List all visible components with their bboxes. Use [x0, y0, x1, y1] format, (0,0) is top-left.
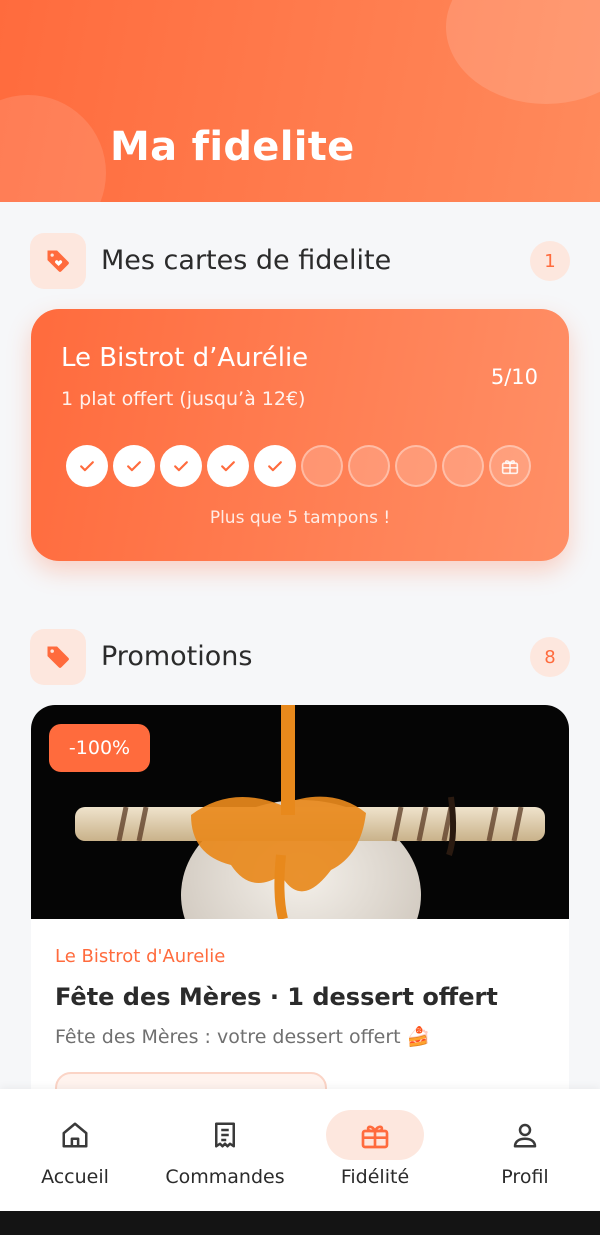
- promotion-description: Fête des Mères : votre dessert offert 🍰: [55, 1026, 431, 1048]
- nav-item-fidelite[interactable]: Fidélité: [300, 1089, 450, 1211]
- page-title: Ma fidelite: [110, 124, 355, 170]
- system-navigation-bar: [0, 1211, 600, 1235]
- nav-label: Commandes: [165, 1166, 285, 1188]
- section-title: Promotions: [101, 641, 253, 672]
- heart-tag-icon: [30, 233, 86, 289]
- header: Ma fidelite: [0, 0, 600, 202]
- stamp-filled-check-icon: [254, 445, 296, 487]
- loyalty-card-reward: 1 plat offert (jusqu’à 12€): [61, 388, 306, 410]
- loyalty-section-header: Mes cartes de fidelite 1: [30, 233, 570, 289]
- nav-item-profil[interactable]: Profil: [450, 1089, 600, 1211]
- home-icon: [26, 1110, 124, 1160]
- receipt-icon: [176, 1110, 274, 1160]
- stamp-empty: [301, 445, 343, 487]
- nav-label: Profil: [501, 1166, 549, 1188]
- stamp-empty: [348, 445, 390, 487]
- promotion-title: Fête des Mères · 1 dessert offert: [55, 983, 498, 1011]
- loyalty-card-progress: 5/10: [490, 365, 538, 389]
- stamp-row: [66, 445, 531, 487]
- tag-icon: [30, 629, 86, 685]
- stamp-filled-check-icon: [160, 445, 202, 487]
- stamp-empty: [395, 445, 437, 487]
- promotion-card[interactable]: -100% Le Bistrot d'Aurelie Fête des Mère…: [31, 705, 569, 1125]
- stamp-filled-check-icon: [207, 445, 249, 487]
- section-title: Mes cartes de fidelite: [101, 245, 392, 276]
- loyalty-card-restaurant: Le Bistrot d’Aurélie: [61, 343, 309, 373]
- nav-item-accueil[interactable]: Accueil: [0, 1089, 150, 1211]
- promotion-restaurant: Le Bistrot d'Aurelie: [55, 946, 226, 967]
- gift-icon: [326, 1110, 424, 1160]
- loyalty-card-remaining: Plus que 5 tampons !: [209, 508, 391, 528]
- header-decor-circle: [0, 95, 106, 202]
- stamp-empty: [442, 445, 484, 487]
- nav-item-commandes[interactable]: Commandes: [150, 1089, 300, 1211]
- nav-label: Fidélité: [340, 1166, 410, 1188]
- stamp-reward-gift-icon: [489, 445, 531, 487]
- stamp-filled-check-icon: [66, 445, 108, 487]
- nav-label: Accueil: [41, 1166, 109, 1188]
- loyalty-card[interactable]: Le Bistrot d’Aurélie 1 plat offert (jusq…: [31, 309, 569, 561]
- user-icon: [476, 1110, 574, 1160]
- promotions-count-badge: 8: [530, 637, 570, 677]
- loyalty-count-badge: 1: [530, 241, 570, 281]
- promotions-section-header: Promotions 8: [30, 629, 570, 685]
- bottom-nav: Accueil Commandes Fidélité Profil: [0, 1089, 600, 1211]
- header-decor-circle: [446, 0, 600, 104]
- stamp-filled-check-icon: [113, 445, 155, 487]
- promotion-image: -100%: [31, 705, 569, 990]
- discount-badge: -100%: [49, 724, 150, 772]
